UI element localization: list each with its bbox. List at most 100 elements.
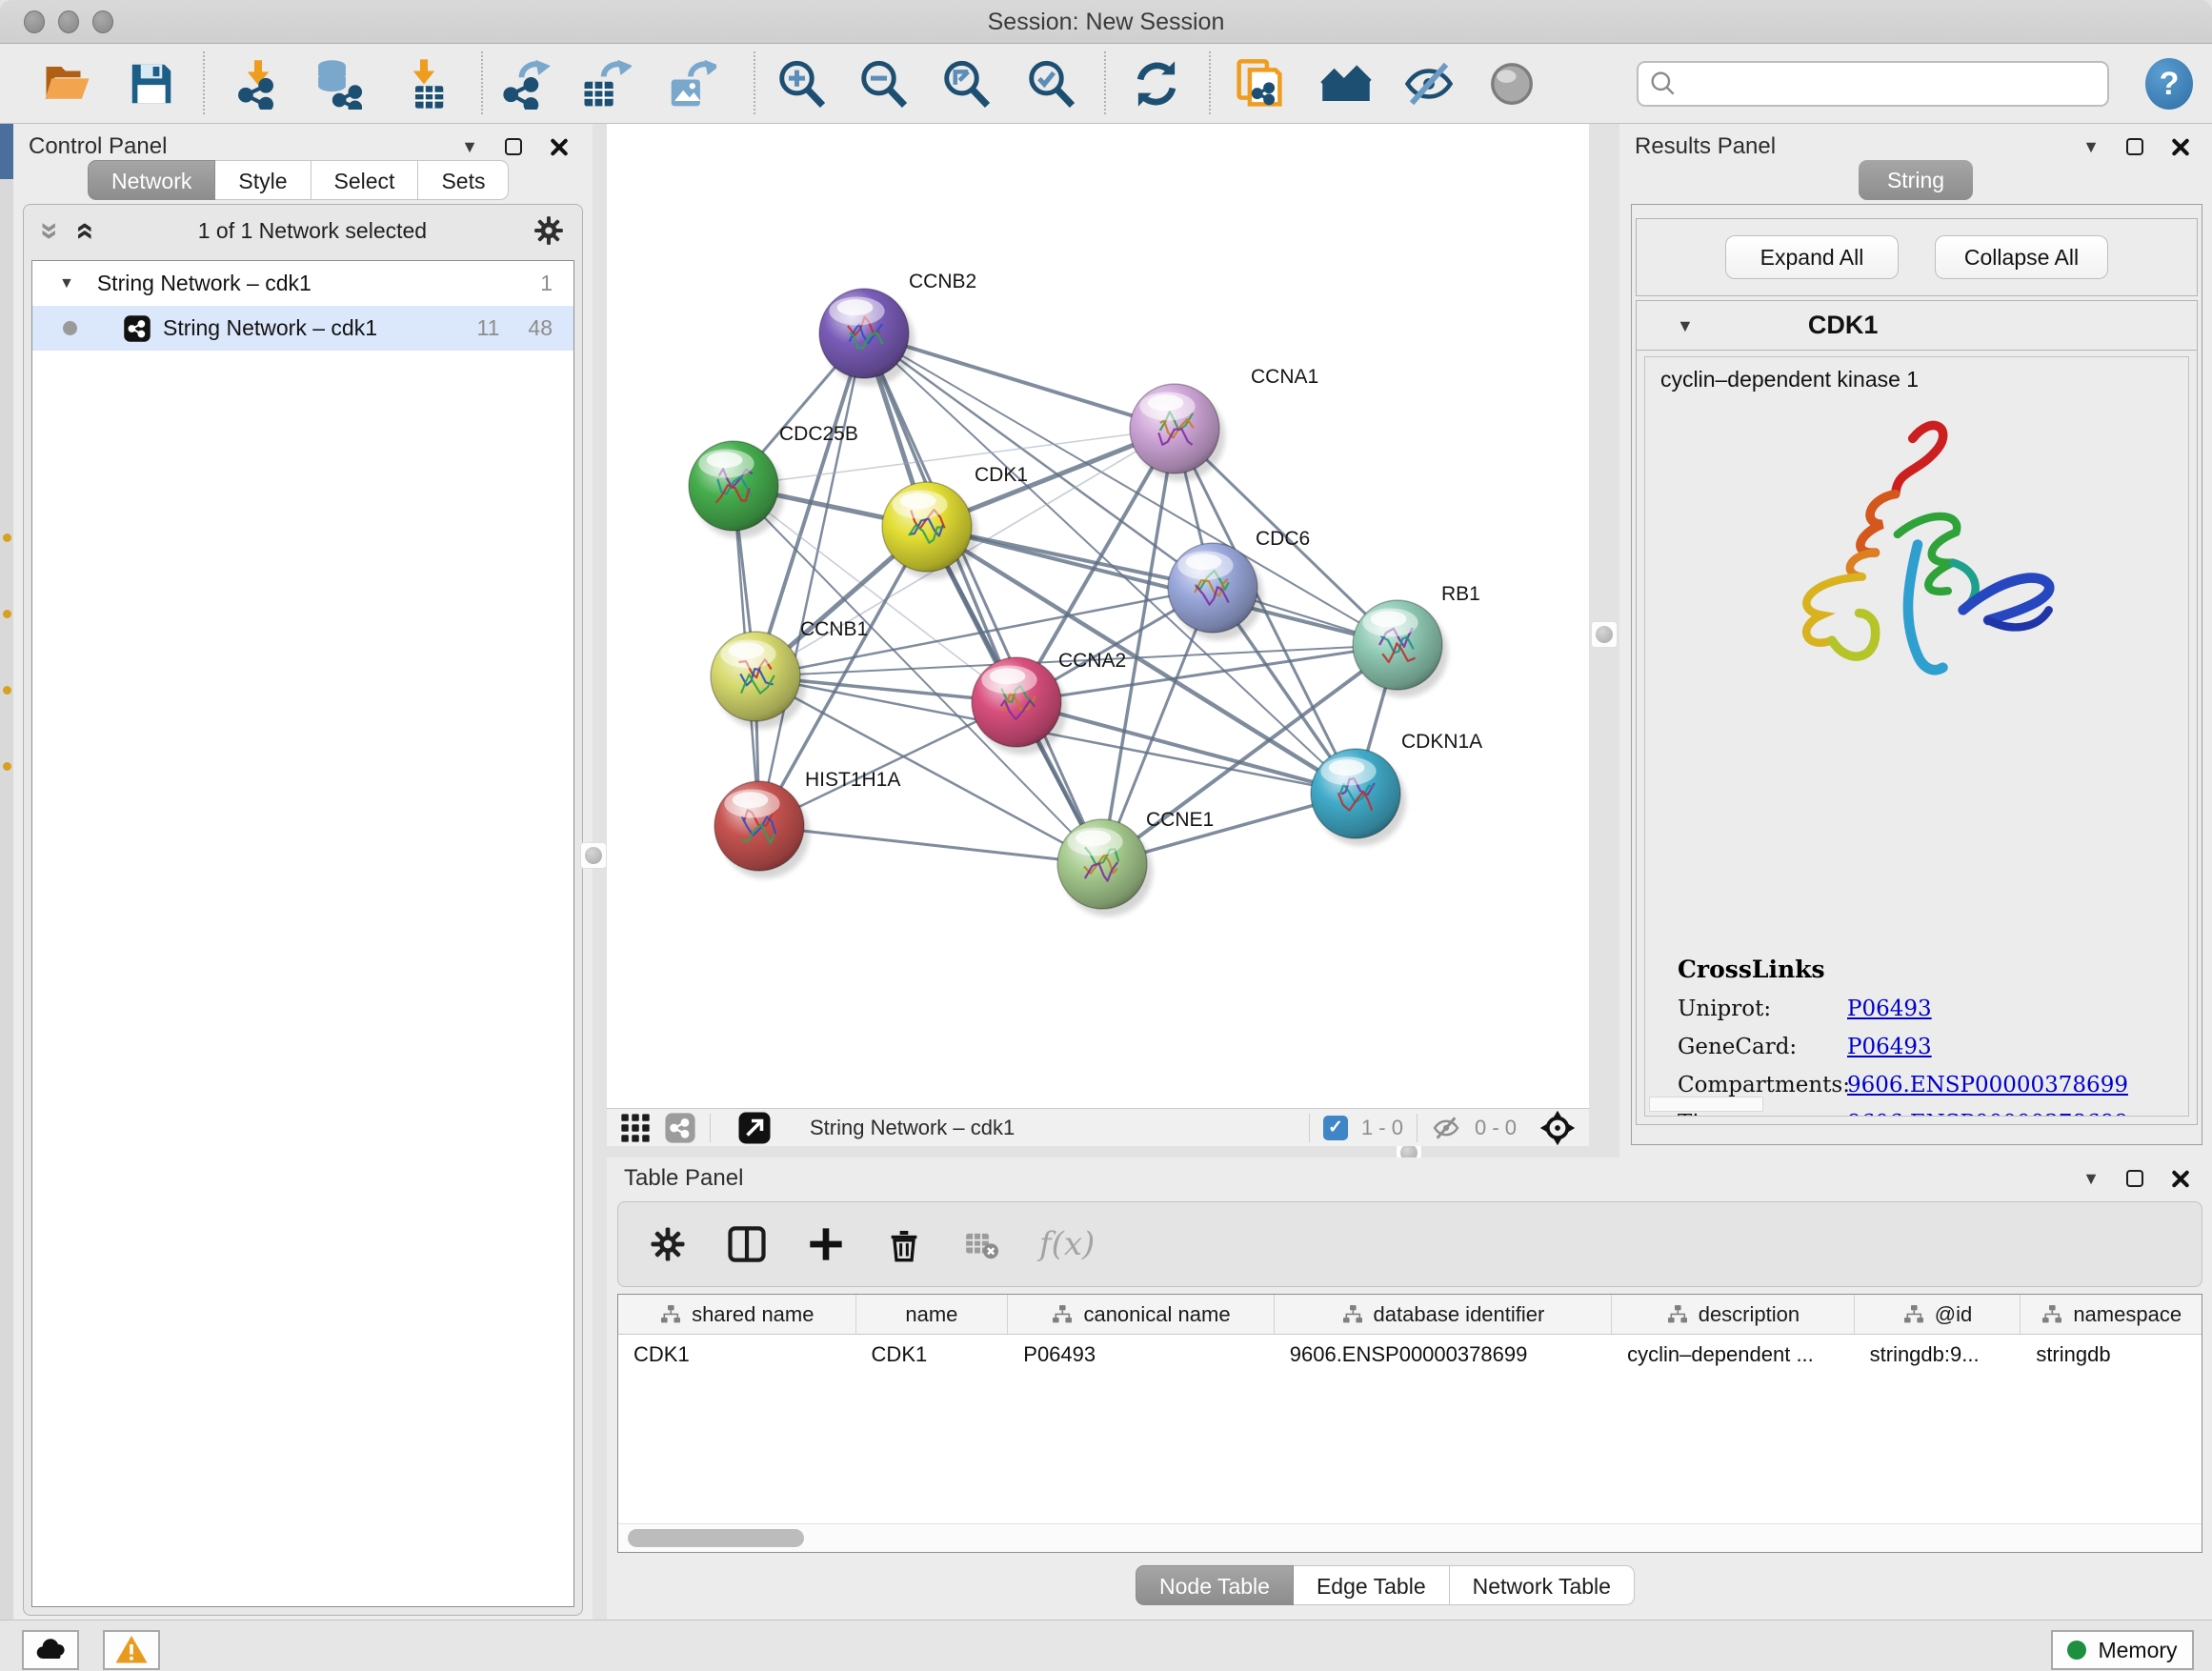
- network-view-icon[interactable]: [664, 1112, 696, 1144]
- results-panel-close-icon[interactable]: [2170, 137, 2189, 156]
- expand-all-button[interactable]: Expand All: [1725, 235, 1899, 279]
- crosslink-link[interactable]: P06493: [1847, 1035, 1932, 1059]
- expand-all-networks-icon[interactable]: »: [65, 222, 102, 240]
- search-input[interactable]: [1637, 61, 2109, 107]
- gene-expander-icon[interactable]: ▼: [1677, 317, 1694, 334]
- export-image-button[interactable]: [663, 56, 718, 111]
- table-panel-float-icon[interactable]: ▼: [2082, 1170, 2100, 1187]
- network-node-ccnb2[interactable]: [819, 289, 915, 386]
- tab-node-table[interactable]: Node Table: [1136, 1565, 1294, 1605]
- column-header-shared-name[interactable]: shared name: [618, 1295, 856, 1334]
- tab-edge-table[interactable]: Edge Table: [1294, 1565, 1450, 1605]
- export-network-button[interactable]: [498, 56, 553, 111]
- control-panel-maximize-icon[interactable]: [505, 138, 522, 155]
- tab-string[interactable]: String: [1859, 160, 1973, 200]
- tab-style[interactable]: Style: [215, 160, 311, 200]
- results-panel-maximize-icon[interactable]: [2126, 138, 2143, 155]
- delete-table-icon[interactable]: [963, 1226, 999, 1262]
- network-node-cdk1[interactable]: [882, 482, 977, 579]
- birds-eye-view-icon[interactable]: [737, 1111, 772, 1145]
- cloud-status-button[interactable]: [22, 1630, 79, 1670]
- network-node-cdc25b[interactable]: [689, 441, 784, 538]
- network-node-ccne1[interactable]: [1057, 819, 1153, 916]
- network-node-ccna2[interactable]: [972, 657, 1067, 755]
- table-settings-gear-icon[interactable]: [649, 1225, 687, 1263]
- crosslink-link[interactable]: P06493: [1847, 997, 1932, 1021]
- show-details-button[interactable]: [1484, 56, 1539, 111]
- create-column-plus-icon[interactable]: [807, 1225, 845, 1263]
- tab-network-table[interactable]: Network Table: [1450, 1565, 1635, 1605]
- right-splitter-handle[interactable]: [1591, 621, 1618, 648]
- zoom-selected-button[interactable]: [1023, 56, 1078, 111]
- table-panel-maximize-icon[interactable]: [2126, 1170, 2143, 1187]
- collection-expander-icon[interactable]: ▼: [59, 276, 74, 292]
- open-session-button[interactable]: [40, 56, 95, 111]
- cell-shared-name[interactable]: CDK1: [618, 1335, 856, 1375]
- network-canvas[interactable]: CCNB2CCNA1CDC25BCDK1CDC6RB1CCNB1CCNA2CDK…: [607, 124, 1589, 1108]
- collapse-all-button[interactable]: Collapse All: [1935, 235, 2108, 279]
- column-header-canonical-name[interactable]: canonical name: [1008, 1295, 1275, 1334]
- duplicate-network-button[interactable]: [1232, 56, 1287, 111]
- zoom-out-button[interactable]: [855, 56, 911, 111]
- network-node-hist1h1a[interactable]: [714, 781, 810, 878]
- cell-description[interactable]: cyclin–dependent ...: [1612, 1335, 1855, 1375]
- table-row[interactable]: CDK1 CDK1 P06493 9606.ENSP00000378699 cy…: [618, 1335, 2202, 1375]
- control-panel-close-icon[interactable]: [549, 137, 568, 156]
- network-node-ccna1[interactable]: [1130, 384, 1225, 481]
- scrollbar-thumb[interactable]: [628, 1529, 804, 1547]
- left-splitter-handle[interactable]: [580, 842, 607, 869]
- save-session-button[interactable]: [124, 56, 179, 111]
- column-header-name[interactable]: name: [856, 1295, 1009, 1334]
- cell-database-identifier[interactable]: 9606.ENSP00000378699: [1275, 1335, 1612, 1375]
- warning-status-button[interactable]: [103, 1630, 160, 1670]
- string-network-graph[interactable]: CCNB2CCNA1CDC25BCDK1CDC6RB1CCNB1CCNA2CDK…: [607, 124, 1589, 1108]
- column-header-description[interactable]: description: [1612, 1295, 1855, 1334]
- control-panel-float-icon[interactable]: ▼: [461, 138, 478, 155]
- cell-name[interactable]: CDK1: [856, 1335, 1009, 1375]
- grid-view-icon[interactable]: [620, 1113, 651, 1143]
- table-horizontal-scrollbar[interactable]: [618, 1523, 2202, 1552]
- zoom-window-button[interactable]: [92, 10, 113, 33]
- gene-section-header[interactable]: ▼ CDK1: [1637, 301, 2197, 351]
- column-header-namespace[interactable]: namespace: [2021, 1295, 2202, 1334]
- minimize-window-button[interactable]: [58, 10, 79, 33]
- crosslink-link[interactable]: 9606.ENSP00000378699: [1847, 1073, 2128, 1097]
- column-header-database-identifier[interactable]: database identifier: [1275, 1295, 1612, 1334]
- export-table-button[interactable]: [578, 56, 633, 111]
- import-network-file-button[interactable]: [231, 56, 286, 111]
- network-collection-row[interactable]: ▼ String Network – cdk1 1: [32, 261, 573, 306]
- zoom-in-button[interactable]: [774, 56, 829, 111]
- close-window-button[interactable]: [24, 10, 45, 33]
- results-scrollbar[interactable]: [1649, 1097, 1763, 1112]
- fit-content-crosshair-icon[interactable]: [1539, 1110, 1576, 1146]
- network-row[interactable]: String Network – cdk1 11 48: [32, 306, 573, 351]
- network-node-rb1[interactable]: [1353, 600, 1448, 697]
- cell-namespace[interactable]: stringdb: [2021, 1335, 2202, 1375]
- column-header-id[interactable]: @id: [1855, 1295, 2021, 1334]
- cell-id[interactable]: stringdb:9...: [1855, 1335, 2021, 1375]
- delete-column-trash-icon[interactable]: [885, 1225, 923, 1263]
- tab-select[interactable]: Select: [312, 160, 419, 200]
- import-table-file-button[interactable]: [396, 56, 452, 111]
- tab-sets[interactable]: Sets: [418, 160, 509, 200]
- hide-selected-button[interactable]: [1401, 56, 1457, 111]
- network-options-gear-icon[interactable]: [533, 214, 565, 247]
- crosslink-link[interactable]: 9606.ENSP00000378699: [1847, 1111, 2128, 1117]
- help-button[interactable]: ?: [2145, 58, 2193, 110]
- zoom-fit-button[interactable]: [938, 56, 994, 111]
- collapse-all-networks-icon[interactable]: »: [31, 222, 69, 240]
- tab-network[interactable]: Network: [88, 160, 215, 200]
- selected-checkbox-icon[interactable]: ✓: [1323, 1116, 1348, 1140]
- function-builder-fx[interactable]: f(x): [1039, 1225, 1095, 1263]
- network-node-cdkn1a[interactable]: [1311, 749, 1406, 846]
- results-panel-float-icon[interactable]: ▼: [2082, 138, 2100, 155]
- string-home-button[interactable]: [1318, 56, 1374, 111]
- show-columns-icon[interactable]: [727, 1224, 767, 1264]
- cell-canonical-name[interactable]: P06493: [1008, 1335, 1274, 1375]
- import-network-database-button[interactable]: [309, 56, 364, 111]
- table-panel-close-icon[interactable]: [2170, 1169, 2189, 1188]
- clone-network-icon: [1234, 58, 1285, 110]
- refresh-layout-button[interactable]: [1129, 56, 1184, 111]
- memory-button[interactable]: Memory: [2051, 1630, 2194, 1670]
- left-splitter[interactable]: [593, 124, 607, 1620]
